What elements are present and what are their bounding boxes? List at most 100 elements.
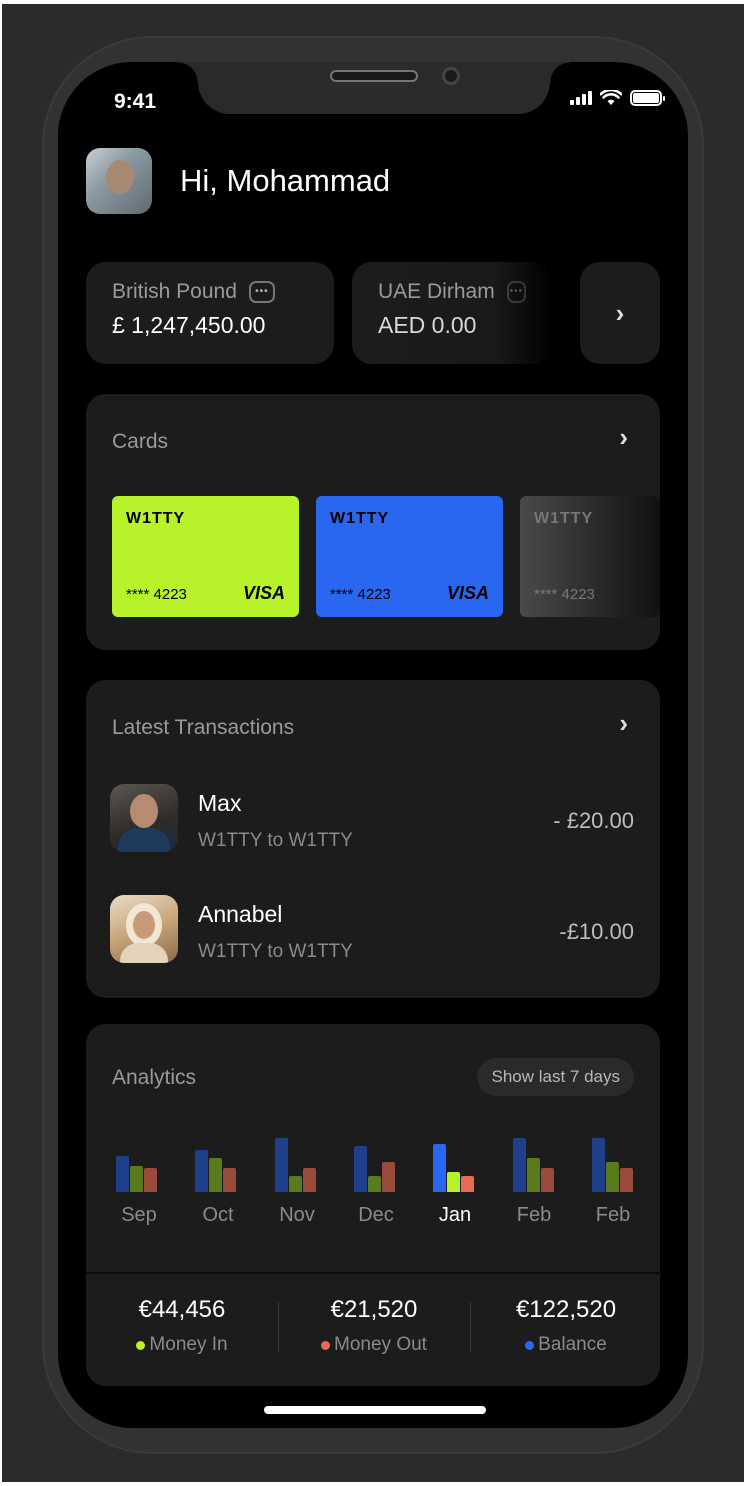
month-label[interactable]: Feb bbox=[578, 1204, 648, 1227]
chart-bar bbox=[619, 1168, 633, 1192]
avatar bbox=[110, 784, 178, 852]
chart-bar bbox=[461, 1176, 475, 1192]
chart-bar bbox=[288, 1176, 302, 1192]
accounts-next-button[interactable]: › bbox=[580, 262, 660, 364]
account-card-gbp[interactable]: British Pound ••• £ 1,247,450.00 bbox=[86, 262, 334, 364]
chart-bar bbox=[512, 1138, 526, 1192]
chevron-right-icon[interactable]: › bbox=[619, 708, 628, 739]
bar-group-nov[interactable] bbox=[274, 1136, 319, 1192]
chart-bar bbox=[591, 1138, 605, 1192]
chart-bar bbox=[274, 1138, 288, 1192]
transaction-name: Max bbox=[198, 790, 242, 816]
transaction-subtitle: W1TTY to W1TTY bbox=[198, 830, 353, 851]
chart-bar bbox=[447, 1172, 461, 1192]
battery-icon bbox=[630, 90, 665, 106]
payment-card[interactable]: W1TTY **** 4223 VISA bbox=[112, 496, 299, 617]
transaction-row[interactable]: Annabel W1TTY to W1TTY -£10.00 bbox=[110, 895, 634, 965]
more-options-icon[interactable]: ••• bbox=[506, 281, 526, 303]
month-label[interactable]: Nov bbox=[262, 1204, 332, 1227]
month-label[interactable]: Jan bbox=[420, 1204, 490, 1227]
card-number: **** 4223 bbox=[330, 586, 391, 603]
phone-screen: 9:41 Hi, Mohammad British Pound ••• £ 1,… bbox=[58, 62, 688, 1428]
bar-group-dec[interactable] bbox=[353, 1136, 398, 1192]
card-number: **** 4223 bbox=[534, 586, 595, 603]
chart-bar bbox=[540, 1168, 554, 1192]
chart-bar bbox=[130, 1166, 143, 1192]
transaction-name: Annabel bbox=[198, 901, 283, 927]
wifi-icon bbox=[600, 90, 622, 105]
money-out-label-row: Money Out bbox=[278, 1334, 470, 1356]
month-axis: Sep Oct Nov Dec Jan Feb Feb bbox=[104, 1204, 648, 1227]
chart-bar bbox=[116, 1156, 129, 1192]
visa-logo: VISA bbox=[242, 583, 285, 603]
card-brand: W1TTY bbox=[330, 510, 390, 527]
chart-bar bbox=[433, 1144, 447, 1192]
speaker-grille bbox=[330, 70, 418, 82]
analytics-section: Analytics Show last 7 days Sep Oct Nov Dec J… bbox=[86, 1024, 662, 1386]
bar-group-feb[interactable] bbox=[512, 1136, 557, 1192]
account-name: British Pound bbox=[112, 280, 237, 303]
month-label[interactable]: Sep bbox=[104, 1204, 174, 1227]
account-balance: £ 1,247,450.00 bbox=[112, 312, 266, 338]
bar-group-jan[interactable] bbox=[433, 1136, 477, 1192]
bar-group-feb[interactable] bbox=[591, 1136, 636, 1192]
front-camera bbox=[442, 67, 460, 85]
payment-card[interactable]: W1TTY **** 4223 bbox=[520, 496, 660, 617]
month-label[interactable]: Oct bbox=[183, 1204, 253, 1227]
balance-label-row: Balance bbox=[470, 1334, 662, 1356]
bar-group-sep[interactable] bbox=[116, 1136, 160, 1192]
visa-logo: VISA bbox=[446, 583, 489, 603]
transaction-row[interactable]: Max W1TTY to W1TTY - £20.00 bbox=[110, 784, 634, 854]
chart-bar bbox=[302, 1168, 316, 1192]
transaction-amount: -£10.00 bbox=[559, 919, 634, 944]
balance-total: €122,520 Balance bbox=[470, 1274, 662, 1386]
transaction-amount: - £20.00 bbox=[553, 808, 634, 833]
greeting-title: Hi, Mohammad bbox=[180, 163, 391, 198]
chart-bar bbox=[195, 1150, 209, 1192]
status-time: 9:41 bbox=[114, 90, 157, 113]
bar-group-oct[interactable] bbox=[195, 1136, 239, 1192]
money-in-label: Money In bbox=[149, 1334, 228, 1355]
analytics-totals: €44,456 Money In €21,520 Money Out €122,… bbox=[86, 1272, 662, 1386]
home-indicator[interactable] bbox=[264, 1406, 486, 1414]
money-out-label: Money Out bbox=[334, 1334, 427, 1355]
chart-bar bbox=[209, 1158, 223, 1192]
payment-card[interactable]: W1TTY **** 4223 VISA bbox=[316, 496, 503, 617]
balance-value: €122,520 bbox=[515, 1296, 617, 1323]
card-brand: W1TTY bbox=[126, 510, 186, 527]
analytics-title: Analytics bbox=[112, 1066, 197, 1089]
account-name: UAE Dirham bbox=[378, 280, 495, 303]
chart-bar bbox=[526, 1158, 540, 1192]
month-label[interactable]: Feb bbox=[499, 1204, 569, 1227]
card-number: **** 4223 bbox=[126, 586, 187, 603]
signal-icon bbox=[570, 91, 592, 105]
more-options-icon[interactable]: ••• bbox=[248, 281, 275, 303]
transaction-subtitle: W1TTY to W1TTY bbox=[198, 941, 353, 962]
month-label[interactable]: Dec bbox=[341, 1204, 411, 1227]
analytics-bar-chart bbox=[116, 1136, 636, 1192]
money-out-value: €21,520 bbox=[330, 1296, 418, 1323]
money-in-label-row: Money In bbox=[86, 1334, 278, 1356]
chart-bar bbox=[223, 1168, 237, 1192]
date-range-filter[interactable]: Show last 7 days bbox=[477, 1058, 634, 1096]
status-icons bbox=[570, 90, 665, 106]
account-card-aed[interactable]: UAE Dirham ••• AED 0.00 bbox=[352, 262, 552, 364]
avatar bbox=[110, 895, 178, 963]
money-in-value: €44,456 bbox=[138, 1296, 226, 1323]
user-avatar[interactable] bbox=[86, 148, 152, 214]
account-label: UAE Dirham ••• bbox=[378, 280, 526, 304]
header: Hi, Mohammad bbox=[86, 148, 390, 214]
chevron-right-icon: › bbox=[615, 297, 625, 328]
transactions-title: Latest Transactions bbox=[112, 716, 295, 739]
money-in-total: €44,456 Money In bbox=[86, 1274, 278, 1386]
chart-bar bbox=[144, 1168, 157, 1192]
cards-title: Cards bbox=[112, 430, 169, 453]
chart-bar bbox=[381, 1162, 395, 1192]
money-out-dot bbox=[321, 1340, 331, 1350]
account-balance: AED 0.00 bbox=[378, 312, 477, 338]
money-out-total: €21,520 Money Out bbox=[278, 1274, 470, 1386]
chart-bar bbox=[367, 1176, 381, 1192]
money-in-dot bbox=[136, 1340, 146, 1350]
chevron-right-icon[interactable]: › bbox=[619, 422, 628, 453]
card-brand: W1TTY bbox=[534, 510, 594, 527]
